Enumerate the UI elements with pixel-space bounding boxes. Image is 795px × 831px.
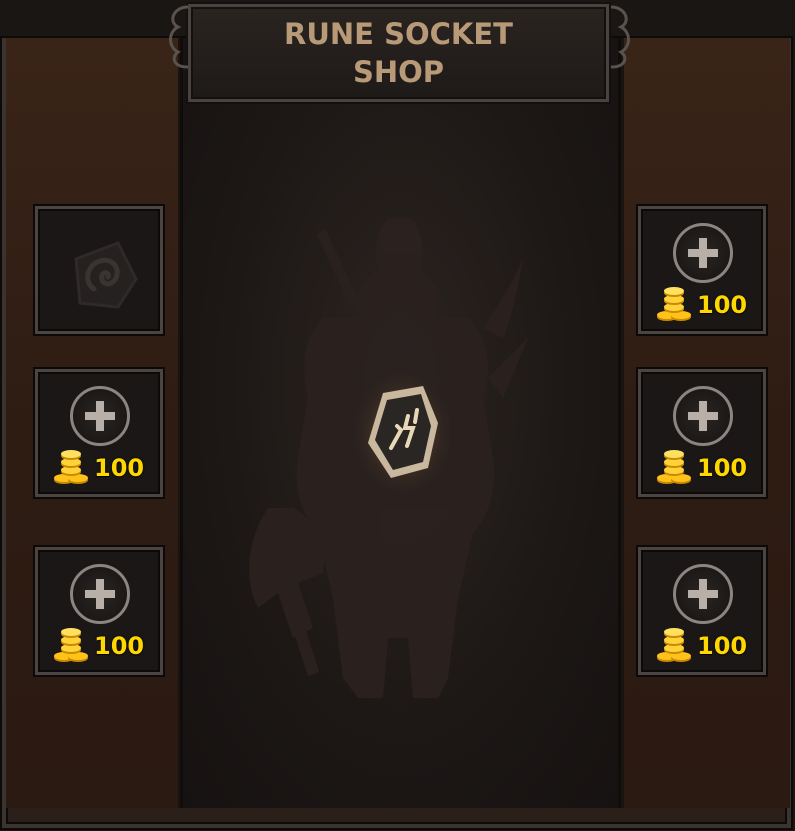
character-display [180,38,621,808]
price-value: 100 [697,454,748,482]
price-tag: 100 [655,450,747,486]
title-line-2: SHOP [352,55,445,89]
plus-icon[interactable] [70,386,130,446]
price-value: 100 [697,632,748,660]
gold-coins-icon [54,628,88,662]
rune-slot-left-2[interactable]: 100 [35,369,163,497]
price-tag: 100 [52,450,144,486]
rune-slot-right-3[interactable]: 100 [638,547,766,675]
gold-coins-icon [657,450,691,484]
plus-icon[interactable] [673,386,733,446]
plus-icon[interactable] [673,564,733,624]
price-value: 100 [697,291,748,319]
gold-coins-icon [657,287,691,321]
price-tag: 100 [655,287,747,323]
title-plate: RUNE SOCKET SHOP [188,4,609,102]
price-tag: 100 [655,628,747,664]
page-title: RUNE SOCKET SHOP [249,15,549,91]
gold-coins-icon [54,450,88,484]
rune-slot-left-1[interactable] [35,206,163,334]
left-flourish-icon [169,5,189,69]
price-value: 100 [94,632,145,660]
title-line-1: RUNE SOCKET [284,17,513,51]
plus-icon[interactable] [70,564,130,624]
gold-coins-icon [657,628,691,662]
rune-slot-right-2[interactable]: 100 [638,369,766,497]
rune-stone-icon[interactable] [353,368,453,498]
price-value: 100 [94,454,145,482]
rune-slot-right-1[interactable]: 100 [638,206,766,334]
spiral-rune-icon [74,241,138,309]
right-flourish-icon [610,5,630,69]
rune-slot-left-3[interactable]: 100 [35,547,163,675]
price-tag: 100 [52,628,144,664]
plus-icon[interactable] [673,223,733,283]
